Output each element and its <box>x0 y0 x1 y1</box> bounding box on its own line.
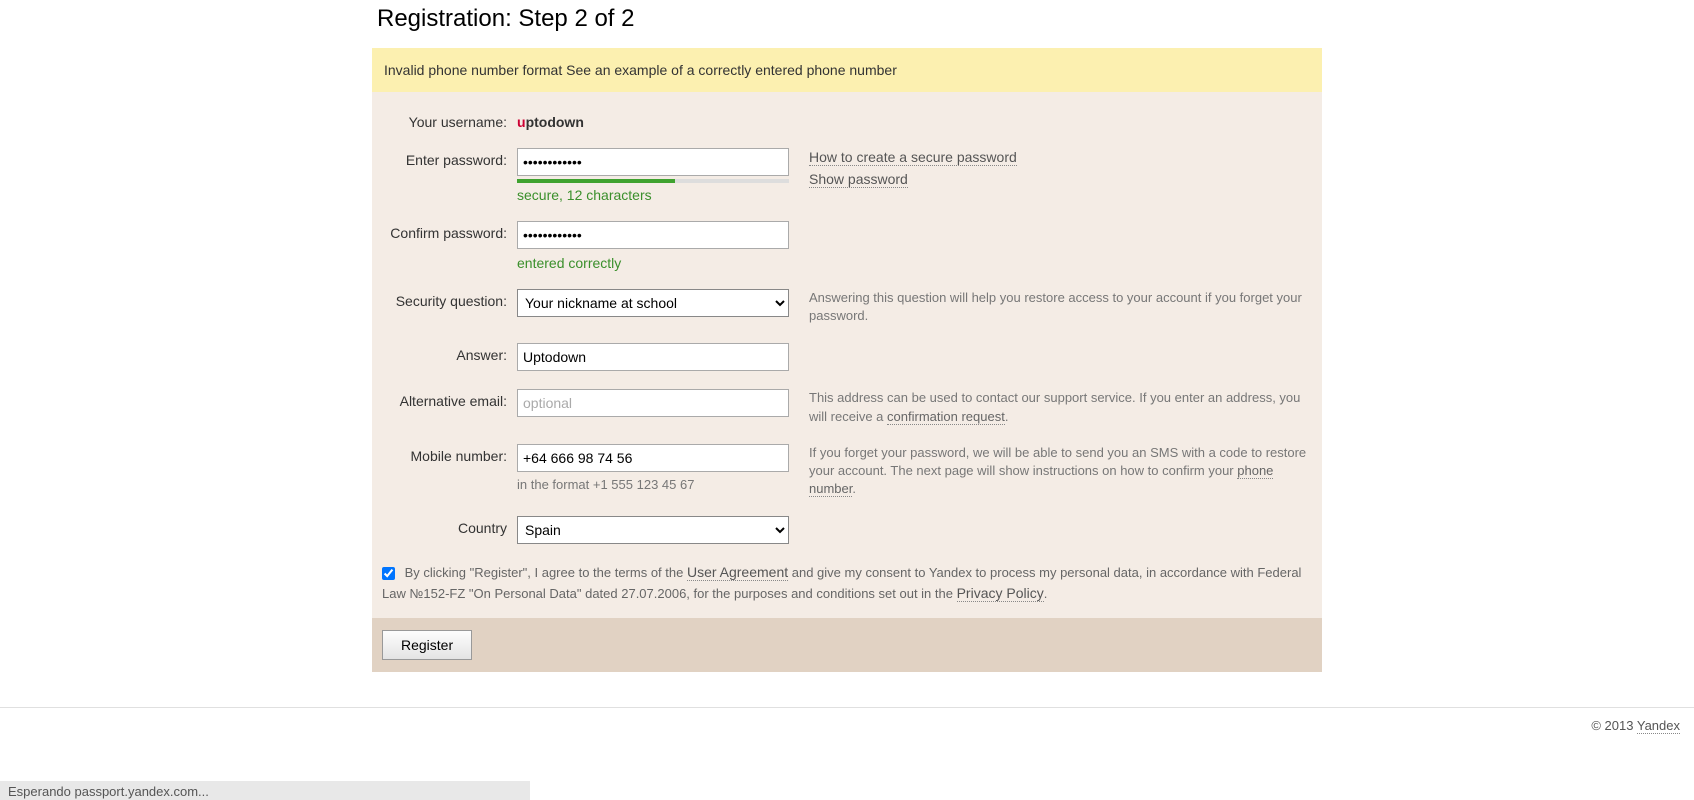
row-username: Your username: uptodown <box>372 110 1322 130</box>
label-password: Enter password: <box>382 148 517 168</box>
link-user-agreement[interactable]: User Agreement <box>687 564 788 581</box>
row-country: Country Spain <box>372 516 1322 544</box>
help-security-question: Answering this question will help you re… <box>797 289 1312 325</box>
page-title: Registration: Step 2 of 2 <box>377 5 1322 33</box>
help-alt-email: This address can be used to contact our … <box>797 389 1312 425</box>
row-password: Enter password: secure, 12 characters Ho… <box>372 148 1322 203</box>
mobile-format-hint: in the format +1 555 123 45 67 <box>517 477 797 492</box>
agreement-row: By clicking "Register", I agree to the t… <box>372 562 1322 618</box>
link-privacy-policy[interactable]: Privacy Policy <box>957 585 1044 602</box>
agreement-checkbox[interactable] <box>382 567 395 580</box>
link-confirmation-request[interactable]: confirmation request <box>887 409 1005 425</box>
alt-email-input[interactable] <box>517 389 789 417</box>
confirm-status-text: entered correctly <box>517 255 797 271</box>
confirm-password-input[interactable] <box>517 221 789 249</box>
label-confirm-password: Confirm password: <box>382 221 517 241</box>
row-answer: Answer: <box>372 343 1322 371</box>
page-footer: © 2013 Yandex <box>0 707 1694 743</box>
browser-status-bar: Esperando passport.yandex.com... <box>0 781 530 800</box>
security-question-select[interactable]: Your nickname at school <box>517 289 789 317</box>
label-country: Country <box>382 516 517 536</box>
password-strength-bar <box>517 179 789 183</box>
row-confirm-password: Confirm password: entered correctly <box>372 221 1322 271</box>
label-mobile: Mobile number: <box>382 444 517 464</box>
password-input[interactable] <box>517 148 789 176</box>
link-yandex[interactable]: Yandex <box>1637 718 1680 734</box>
warning-banner: Invalid phone number format See an examp… <box>372 48 1322 92</box>
password-strength-text: secure, 12 characters <box>517 187 797 203</box>
link-secure-password[interactable]: How to create a secure password <box>809 149 1017 166</box>
label-username: Your username: <box>382 110 517 130</box>
row-alt-email: Alternative email: This address can be u… <box>372 389 1322 425</box>
country-select[interactable]: Spain <box>517 516 789 544</box>
label-answer: Answer: <box>382 343 517 363</box>
register-button[interactable]: Register <box>382 630 472 660</box>
form-footer: Register <box>372 618 1322 672</box>
username-value: uptodown <box>517 110 797 130</box>
help-mobile: If you forget your password, we will be … <box>797 444 1312 499</box>
link-show-password[interactable]: Show password <box>809 171 908 188</box>
label-alt-email: Alternative email: <box>382 389 517 409</box>
mobile-input[interactable] <box>517 444 789 472</box>
row-mobile: Mobile number: in the format +1 555 123 … <box>372 444 1322 499</box>
label-security-question: Security question: <box>382 289 517 309</box>
answer-input[interactable] <box>517 343 789 371</box>
registration-form: Your username: uptodown Enter password: … <box>372 92 1322 672</box>
row-security-question: Security question: Your nickname at scho… <box>372 289 1322 325</box>
